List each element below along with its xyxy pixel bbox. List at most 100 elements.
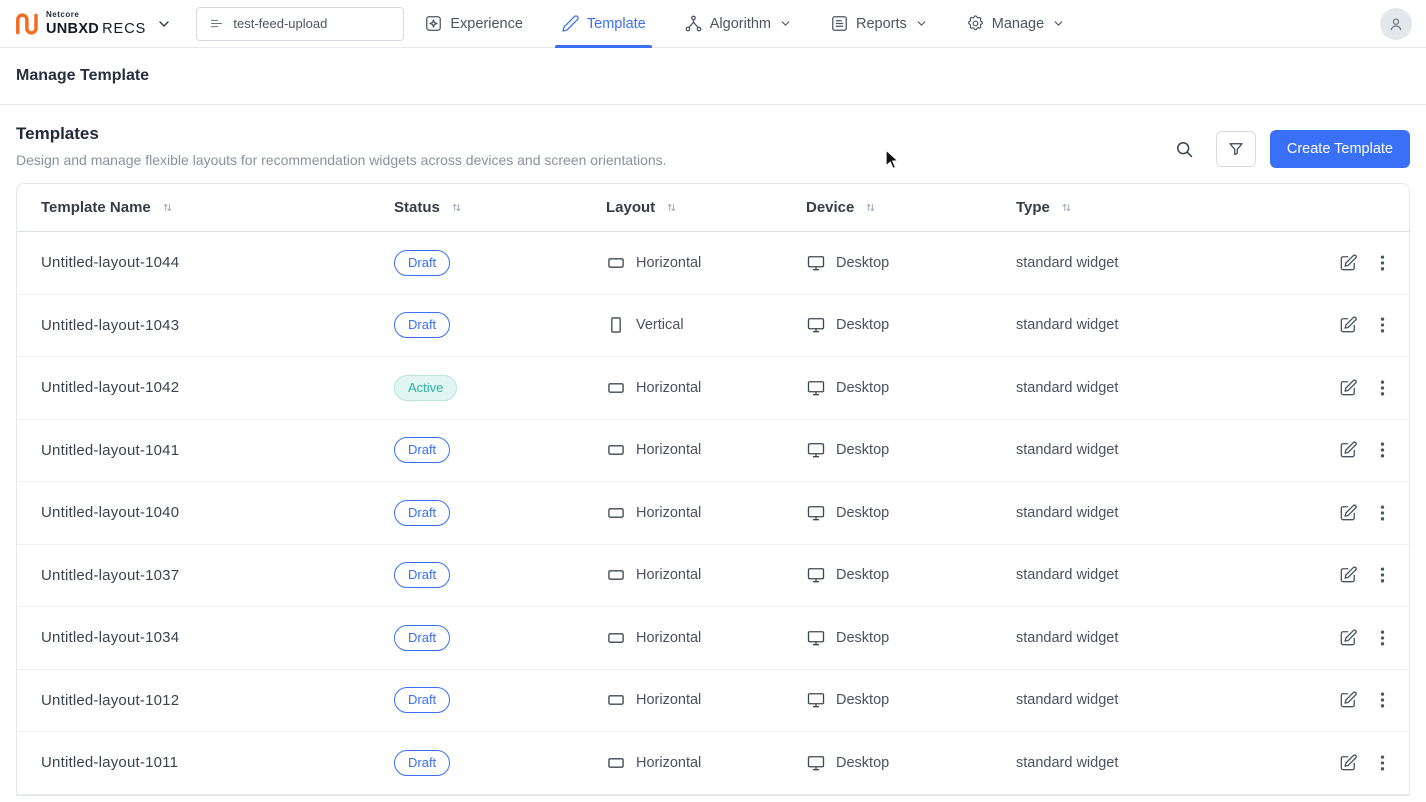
kebab-menu-button[interactable] xyxy=(1380,253,1385,273)
table-row[interactable]: Untitled-layout-1012 Draft Horizontal De… xyxy=(17,670,1409,732)
layout-label: Horizontal xyxy=(636,379,702,396)
feed-list-icon xyxy=(211,19,223,28)
brand[interactable]: Netcore UNBXD RECS xyxy=(14,10,172,37)
layout-horizontal-icon xyxy=(608,507,624,518)
row-actions xyxy=(1285,253,1385,273)
brand-unbxd-label: UNBXD xyxy=(46,20,100,37)
edit-icon xyxy=(1340,316,1357,333)
device-cell: Desktop xyxy=(806,565,1016,585)
status-badge: Draft xyxy=(394,687,451,714)
nav-item-template[interactable]: Template xyxy=(554,0,652,48)
nav-item-manage[interactable]: Manage xyxy=(966,0,1065,48)
filter-icon xyxy=(1229,143,1243,156)
layout-horizontal-icon xyxy=(608,695,624,706)
kebab-menu-button[interactable] xyxy=(1380,753,1385,773)
status-badge: Active xyxy=(394,374,458,401)
kebab-icon xyxy=(1380,755,1385,771)
row-actions xyxy=(1285,315,1385,335)
template-name: Untitled-layout-1042 xyxy=(41,379,180,397)
kebab-menu-button[interactable] xyxy=(1380,503,1385,523)
device-label: Desktop xyxy=(836,254,890,271)
kebab-menu-button[interactable] xyxy=(1380,378,1385,398)
layout-label: Horizontal xyxy=(636,254,702,271)
page-title: Manage Template xyxy=(16,67,150,84)
section-title: Templates xyxy=(16,124,99,143)
desktop-icon xyxy=(807,318,825,333)
layout-horizontal-icon xyxy=(608,257,624,268)
device-cell: Desktop xyxy=(806,315,1016,335)
kebab-menu-button[interactable] xyxy=(1380,628,1385,648)
edit-button[interactable] xyxy=(1338,503,1358,523)
nav-item-reports[interactable]: Reports xyxy=(830,0,928,48)
nav-item-algorithm[interactable]: Algorithm xyxy=(684,0,792,48)
template-name: Untitled-layout-1037 xyxy=(41,566,180,584)
create-template-button[interactable]: Create Template xyxy=(1269,130,1410,168)
edit-button[interactable] xyxy=(1338,315,1358,335)
layout-cell: Horizontal xyxy=(606,253,806,273)
col-device: Device xyxy=(806,199,1016,216)
template-name: Untitled-layout-1041 xyxy=(41,441,180,459)
nav-item-experience[interactable]: Experience xyxy=(424,0,523,48)
type-cell: standard widget xyxy=(1016,629,1119,646)
sort-icon[interactable] xyxy=(664,200,679,215)
layout-cell: Horizontal xyxy=(606,628,806,648)
feed-selector[interactable]: test-feed-upload xyxy=(196,6,405,41)
table-row[interactable]: Untitled-layout-1037 Draft Horizontal De… xyxy=(17,545,1409,607)
desktop-icon xyxy=(807,755,825,771)
table-row[interactable]: Untitled-layout-1040 Draft Horizontal De… xyxy=(17,482,1409,545)
sort-icon[interactable] xyxy=(160,200,175,215)
col-label: Device xyxy=(806,199,855,216)
edit-button[interactable] xyxy=(1338,253,1358,273)
col-label: Status xyxy=(394,199,440,216)
filter-button[interactable] xyxy=(1215,131,1256,167)
device-label: Desktop xyxy=(836,317,890,334)
type-cell: standard widget xyxy=(1016,567,1119,584)
layout-label: Horizontal xyxy=(636,504,702,521)
table-row[interactable]: Untitled-layout-1041 Draft Horizontal De… xyxy=(17,420,1409,482)
sort-icon[interactable] xyxy=(449,200,464,215)
table-header: Template Name Status Layout Device Type xyxy=(17,184,1409,232)
device-label: Desktop xyxy=(836,567,890,584)
edit-button[interactable] xyxy=(1338,753,1358,773)
kebab-menu-button[interactable] xyxy=(1380,690,1385,710)
edit-button[interactable] xyxy=(1338,690,1358,710)
table-body: Untitled-layout-1044 Draft Horizontal De… xyxy=(17,232,1409,795)
status-cell: Draft xyxy=(394,437,606,464)
table-row[interactable]: Untitled-layout-1044 Draft Horizontal De… xyxy=(17,232,1409,295)
edit-button[interactable] xyxy=(1338,628,1358,648)
edit-button[interactable] xyxy=(1338,440,1358,460)
table-row[interactable]: Untitled-layout-1042 Active Horizontal D… xyxy=(17,357,1409,420)
edit-button[interactable] xyxy=(1338,565,1358,585)
edit-icon xyxy=(1340,504,1357,521)
layout-cell: Horizontal xyxy=(606,440,806,460)
table-row[interactable]: Untitled-layout-1034 Draft Horizontal De… xyxy=(17,607,1409,670)
chevron-down-icon xyxy=(1054,21,1063,26)
device-cell: Desktop xyxy=(806,753,1016,773)
edit-button[interactable] xyxy=(1338,378,1358,398)
desktop-icon xyxy=(807,568,825,583)
template-name: Untitled-layout-1044 xyxy=(41,254,180,272)
col-label: Layout xyxy=(606,199,656,216)
layout-horizontal-icon xyxy=(608,382,624,393)
template-icon xyxy=(562,15,579,32)
kebab-menu-button[interactable] xyxy=(1380,440,1385,460)
template-name: Untitled-layout-1043 xyxy=(41,316,180,334)
user-avatar[interactable] xyxy=(1380,7,1412,40)
sort-icon[interactable] xyxy=(863,200,878,215)
status-badge: Draft xyxy=(394,249,451,276)
section-controls: Create Template xyxy=(1166,130,1410,168)
search-button[interactable] xyxy=(1166,131,1202,167)
device-cell: Desktop xyxy=(806,378,1016,398)
col-layout: Layout xyxy=(606,199,806,216)
kebab-menu-button[interactable] xyxy=(1380,565,1385,585)
table-row[interactable]: Untitled-layout-1011 Draft Horizontal De… xyxy=(17,732,1409,795)
table-row[interactable]: Untitled-layout-1043 Draft Vertical Desk… xyxy=(17,295,1409,357)
template-name: Untitled-layout-1040 xyxy=(41,504,180,522)
kebab-menu-button[interactable] xyxy=(1380,315,1385,335)
status-cell: Active xyxy=(394,374,606,401)
sort-icon[interactable] xyxy=(1059,200,1074,215)
status-cell: Draft xyxy=(394,687,606,714)
experience-icon xyxy=(426,16,442,31)
status-badge: Draft xyxy=(394,312,451,339)
layout-label: Vertical xyxy=(636,317,684,334)
